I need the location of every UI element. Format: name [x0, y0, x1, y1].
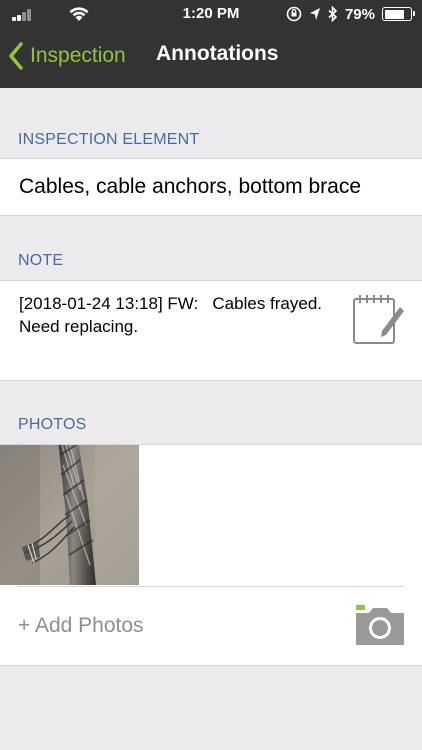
status-bar: 1:20 PM 79%: [0, 0, 422, 28]
status-right-group: 79%: [286, 4, 415, 24]
notepad-edit-icon[interactable]: [352, 293, 404, 345]
screen-rotation-lock-icon: [286, 6, 302, 22]
camera-icon[interactable]: [354, 605, 406, 647]
inspection-element-value: Cables, cable anchors, bottom brace: [19, 175, 362, 198]
back-button[interactable]: Inspection: [8, 38, 126, 74]
page-title: Annotations: [156, 42, 279, 65]
photo-thumbnail[interactable]: [0, 445, 139, 585]
inspection-element-cell[interactable]: Cables, cable anchors, bottom brace: [0, 158, 422, 216]
photos-divider: [18, 586, 404, 587]
photos-cell: + Add Photos: [0, 444, 422, 666]
inspection-element-header: INSPECTION ELEMENT: [18, 131, 200, 148]
battery-percent: 79%: [344, 5, 375, 23]
battery-level-fill: [384, 9, 404, 19]
note-text: [2018-01-24 13:18] FW: Cables frayed. Ne…: [19, 294, 327, 336]
back-button-label: Inspection: [30, 44, 126, 67]
add-photos-button[interactable]: + Add Photos: [18, 614, 144, 638]
photos-header: PHOTOS: [18, 416, 87, 433]
bluetooth-icon: [328, 6, 338, 22]
note-header: NOTE: [18, 252, 64, 269]
navigation-bar: Inspection Annotations: [0, 28, 422, 88]
battery-icon: [382, 7, 415, 21]
frayed-cable-photo: [0, 445, 139, 585]
chevron-left-icon: [9, 42, 23, 70]
note-cell[interactable]: [2018-01-24 13:18] FW: Cables frayed. Ne…: [0, 280, 422, 381]
location-icon: [309, 8, 320, 20]
